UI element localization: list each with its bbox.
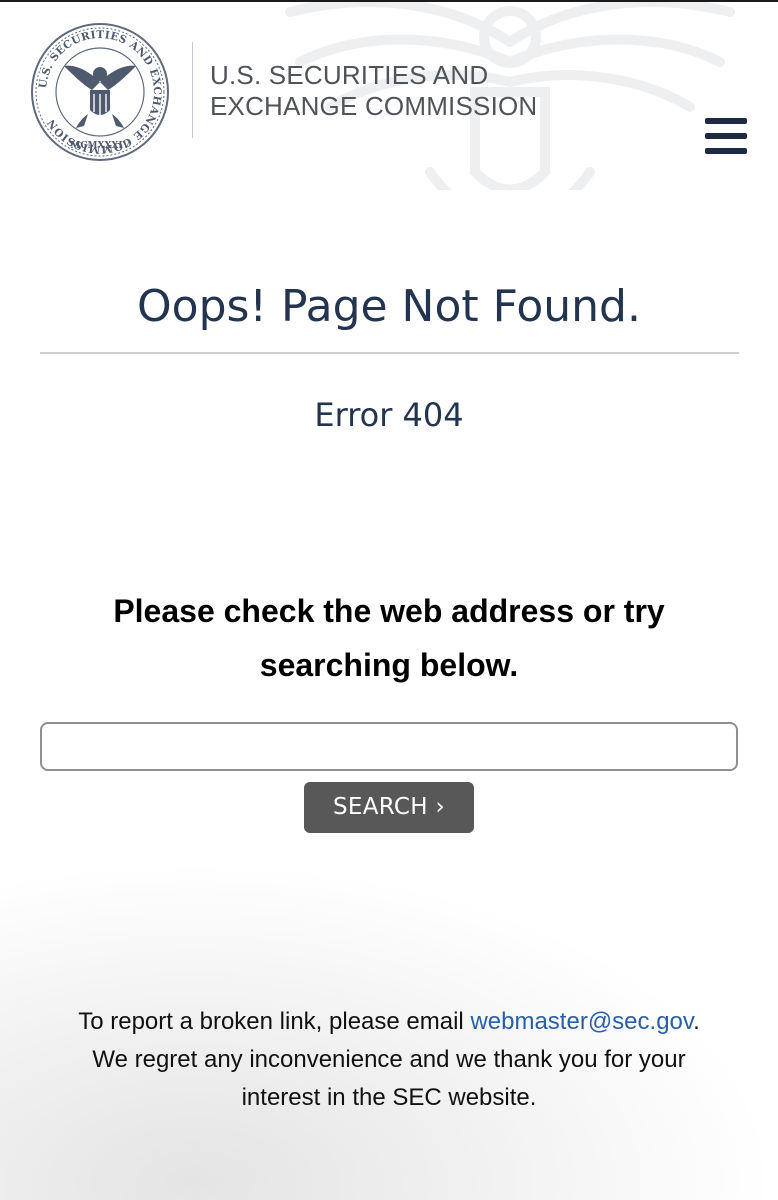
broken-link-notice: To report a broken link, please email we… (20, 1003, 758, 1117)
hamburger-menu-icon[interactable] (700, 114, 750, 160)
search-button[interactable]: SEARCH › (304, 782, 474, 833)
sec-seal-logo[interactable]: U.S. SECURITIES AND EXCHANGE COMMISSION … (30, 22, 170, 162)
instructions-line1: Please check the web address or try (113, 593, 665, 629)
regret-line: We regret any inconvenience and we thank… (92, 1046, 686, 1073)
agency-name-line2: EXCHANGE COMMISSION (210, 91, 538, 121)
instructions-text: Please check the web address or try sear… (60, 584, 718, 692)
error-page: U.S. SECURITIES AND EXCHANGE COMMISSION … (0, 0, 778, 1200)
title-divider (40, 352, 739, 354)
menu-bar-middle (705, 133, 747, 139)
site-header: U.S. SECURITIES AND EXCHANGE COMMISSION … (0, 2, 778, 190)
menu-bar-bottom (705, 148, 747, 154)
webmaster-email-link[interactable]: webmaster@sec.gov (470, 1008, 693, 1035)
thanks-line: interest in the SEC website. (241, 1084, 537, 1111)
agency-name[interactable]: U.S. SECURITIES AND EXCHANGE COMMISSION (210, 60, 537, 122)
search-input[interactable] (40, 722, 738, 771)
report-suffix: . (693, 1008, 700, 1035)
page-title: Oops! Page Not Found. (137, 281, 641, 332)
agency-name-line1: U.S. SECURITIES AND (210, 60, 489, 90)
instructions-line2: searching below. (259, 647, 519, 683)
header-divider (192, 42, 193, 138)
seal-year: MCMXXXIV (70, 141, 130, 151)
menu-bar-top (705, 118, 747, 124)
error-code: Error 404 (314, 396, 464, 434)
report-prefix: To report a broken link, please email (78, 1008, 464, 1035)
